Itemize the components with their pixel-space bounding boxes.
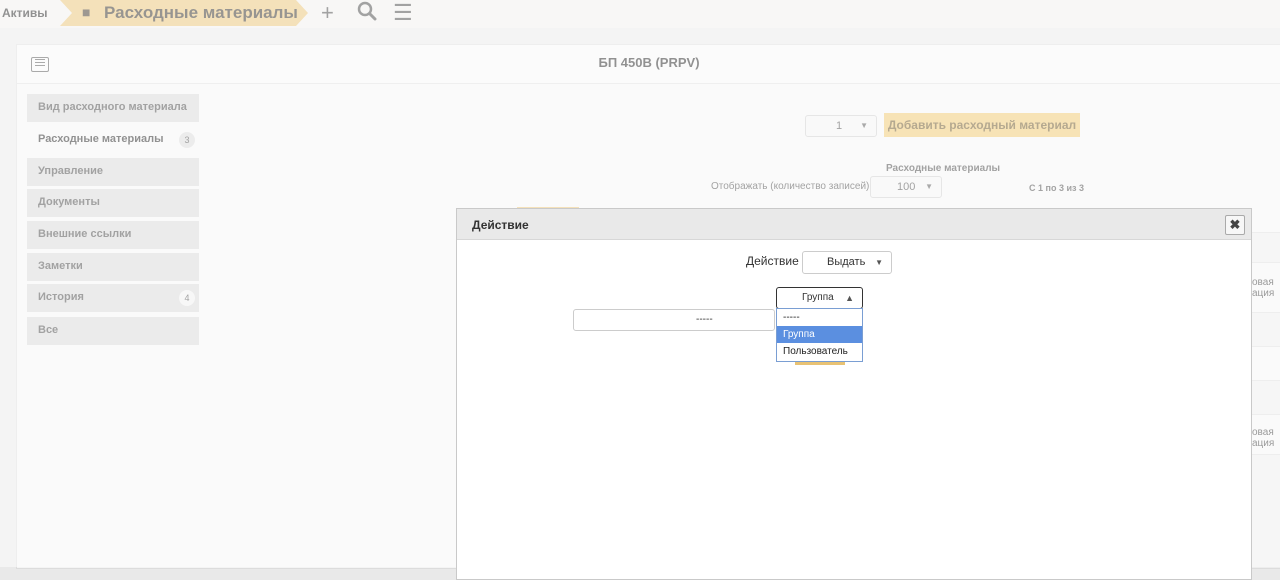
dialog-title: Действие xyxy=(472,218,529,232)
close-button[interactable]: ✖ xyxy=(1225,215,1245,235)
recipient-select[interactable]: ----- xyxy=(573,309,775,331)
dialog-header: Действие ✖ xyxy=(457,209,1251,240)
submit-button-edge[interactable] xyxy=(795,362,845,365)
action-dialog: Действие ✖ Действие Выдать ▼ Группа ▲ --… xyxy=(456,208,1252,580)
dropdown-option-group[interactable]: Группа xyxy=(777,326,862,343)
action-label: Действие xyxy=(746,254,799,268)
close-icon: ✖ xyxy=(1229,217,1241,232)
action-value: Выдать xyxy=(827,256,866,268)
dropdown-option-empty[interactable]: ----- xyxy=(777,309,862,326)
action-select[interactable]: Выдать ▼ xyxy=(802,251,892,274)
dropdown-option-user[interactable]: Пользователь xyxy=(777,343,862,360)
recipient-type-dropdown: ----- Группа Пользователь xyxy=(776,308,863,362)
recipient-type-value: Группа xyxy=(802,292,834,303)
caret-up-icon: ▲ xyxy=(845,293,854,303)
caret-down-icon: ▼ xyxy=(875,258,883,267)
recipient-type-select[interactable]: Группа ▲ xyxy=(776,287,863,309)
recipient-value: ----- xyxy=(696,314,713,325)
